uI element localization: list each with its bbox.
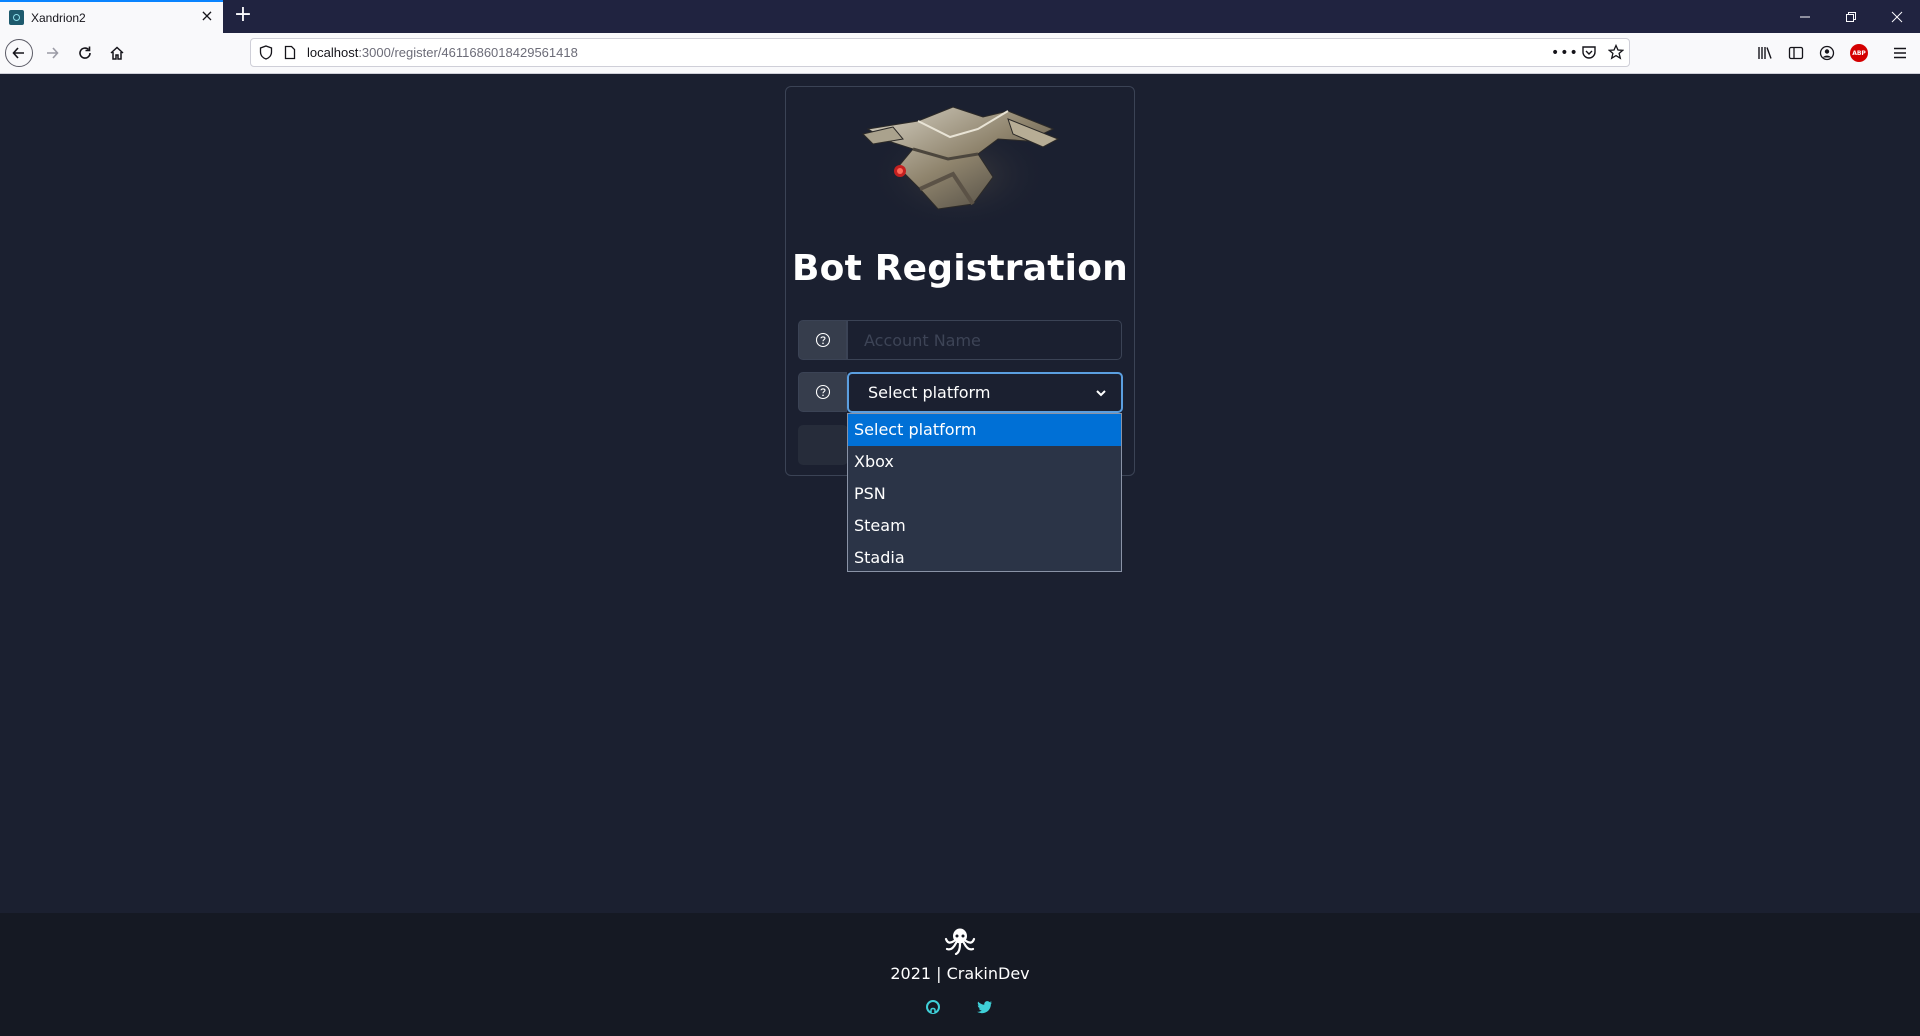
- library-icon: [1758, 47, 1772, 59]
- menu-button[interactable]: [1888, 41, 1912, 65]
- browser-tab[interactable]: Xandrion2 ×: [0, 0, 223, 33]
- platform-option-xbox[interactable]: Xbox: [848, 446, 1121, 478]
- platform-select[interactable]: Select platform: [847, 372, 1123, 413]
- minimize-icon: [1800, 16, 1810, 17]
- home-icon: [110, 46, 124, 60]
- tab-title: Xandrion2: [31, 11, 86, 25]
- back-arrow-icon: [12, 47, 24, 59]
- sidebar-button[interactable]: [1784, 41, 1808, 65]
- platform-dropdown-list: Select platform Xbox PSN Steam Stadia: [847, 413, 1122, 572]
- url-text[interactable]: localhost:3000/register/4611686018429561…: [307, 45, 578, 60]
- platform-select-value: Select platform: [868, 383, 991, 402]
- react-favicon-icon: [9, 10, 24, 25]
- twitter-icon[interactable]: [977, 999, 993, 1019]
- page-actions-icon[interactable]: •••: [1551, 45, 1579, 61]
- spaceship-image: [858, 99, 1062, 229]
- platform-help-addon[interactable]: [798, 372, 847, 412]
- restore-button[interactable]: [1828, 0, 1874, 33]
- reload-icon: [79, 46, 91, 59]
- pocket-icon[interactable]: [1581, 45, 1597, 64]
- footer: 2021 | CrakinDev: [0, 913, 1920, 1036]
- account-name-input[interactable]: [847, 320, 1122, 360]
- page-title: Bot Registration: [792, 248, 1128, 289]
- platform-option-stadia[interactable]: Stadia: [848, 542, 1121, 574]
- new-tab-button[interactable]: +: [232, 4, 254, 26]
- back-button[interactable]: [5, 39, 33, 67]
- home-button[interactable]: [105, 41, 129, 65]
- forward-button[interactable]: [40, 41, 64, 65]
- browser-nav-bar: localhost:3000/register/4611686018429561…: [0, 33, 1920, 74]
- footer-copyright: 2021 | CrakinDev: [890, 964, 1030, 983]
- question-circle-icon: [815, 384, 830, 400]
- account-icon: [1819, 45, 1835, 61]
- chevron-down-icon: [1096, 390, 1106, 397]
- bookmark-star-icon[interactable]: [1607, 43, 1625, 64]
- minimize-button[interactable]: [1782, 0, 1828, 33]
- url-host: localhost: [307, 45, 359, 60]
- page-info-icon[interactable]: [284, 45, 296, 64]
- browser-tab-bar: Xandrion2 × +: [0, 0, 1920, 33]
- account-button[interactable]: [1815, 41, 1839, 65]
- adblock-button[interactable]: ABP: [1847, 41, 1871, 65]
- sidebar-icon: [1788, 46, 1804, 60]
- account-name-group: [798, 320, 1122, 360]
- register-button[interactable]: [798, 425, 848, 465]
- forward-arrow-icon: [47, 47, 59, 59]
- hamburger-menu-icon: [1894, 47, 1906, 59]
- adblock-icon: ABP: [1850, 44, 1868, 62]
- library-button[interactable]: [1753, 41, 1777, 65]
- close-window-button[interactable]: [1874, 0, 1920, 33]
- close-icon: [1891, 11, 1903, 22]
- platform-group: Select platform: [798, 372, 1123, 413]
- platform-option-steam[interactable]: Steam: [848, 510, 1121, 542]
- account-help-addon[interactable]: [798, 320, 847, 360]
- url-path: :3000/register/461168601842956141​8: [358, 45, 578, 60]
- github-icon[interactable]: [925, 999, 941, 1019]
- question-circle-icon: [815, 332, 830, 348]
- platform-option-psn[interactable]: PSN: [848, 478, 1121, 510]
- restore-icon: [1846, 11, 1856, 22]
- octopus-logo-icon: [944, 927, 976, 959]
- shield-icon[interactable]: [259, 45, 273, 64]
- address-bar[interactable]: localhost:3000/register/4611686018429561…: [250, 38, 1630, 67]
- tab-close-icon[interactable]: ×: [199, 8, 215, 24]
- reload-button[interactable]: [73, 41, 97, 65]
- platform-option-select[interactable]: Select platform: [848, 414, 1121, 446]
